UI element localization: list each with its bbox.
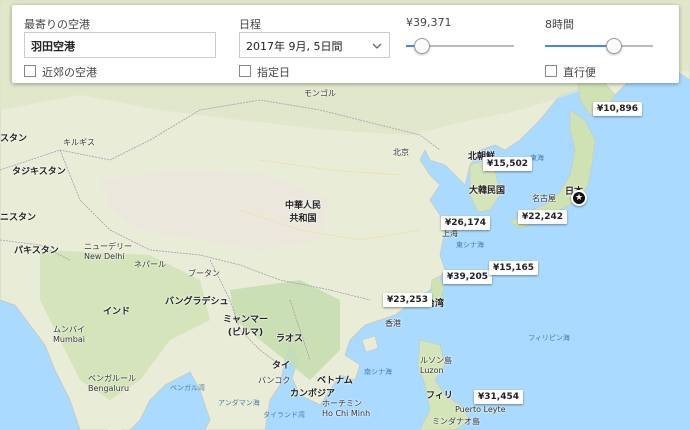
nearby-airports-checkbox[interactable]: [24, 65, 36, 77]
map-label-laos: ラオス: [276, 334, 304, 344]
direct-flight-checkbox[interactable]: [545, 65, 557, 77]
map-label-tajikistan: タジキスタン: [12, 167, 66, 177]
direct-flight-label: 直行便: [563, 66, 596, 79]
map-label-puerto: Puerto Leyte: [455, 405, 506, 414]
map-label-thailand: タイ: [272, 361, 291, 371]
duration-slider[interactable]: [545, 36, 653, 56]
map-label-myanmar: ミャンマー (ビルマ): [223, 315, 269, 338]
price-slider-thumb[interactable]: [414, 38, 431, 54]
specific-date-label: 指定日: [257, 66, 290, 79]
map-label-pakistan: パキスタン: [14, 246, 59, 256]
map-label-east-china-sea: 東シナ海: [456, 241, 484, 249]
price-marker[interactable]: ¥31,454: [474, 390, 523, 404]
airport-input[interactable]: 羽田空港: [24, 32, 216, 58]
map-label-andaman: アンダマン海: [218, 399, 260, 407]
map-label-china: 中華人民 共和国: [285, 201, 322, 224]
schedule-value: 2017年 9月, 5日間: [246, 40, 343, 53]
map-label-stan2: ニスタン: [0, 213, 37, 223]
map-label-korea: 大韓民国: [469, 186, 506, 196]
map-label-hochiminh: ホーチミン Ho Chi Minh: [322, 399, 371, 418]
price-marker[interactable]: ¥15,502: [483, 157, 532, 171]
map-label-bangladesh: バングラデシュ: [165, 297, 229, 307]
map-label-mumbai: ムンバイ Mumbai: [53, 325, 85, 344]
map-label-luzon: ルソン島 Luzon: [420, 356, 452, 375]
map-label-vietnam: ベトナム: [317, 376, 353, 386]
map-label-india: インド: [103, 307, 131, 317]
price-marker[interactable]: ¥26,174: [441, 216, 490, 230]
specific-date-checkbox[interactable]: [239, 65, 251, 77]
chevron-down-icon: [372, 43, 382, 49]
origin-star-icon[interactable]: ★: [571, 190, 587, 206]
map-label-nagoya: 名古屋: [532, 194, 556, 203]
filter-panel: 最寄りの空港 羽田空港 近郊の空港 日程 2017年 9月, 5日間 指定日 ¥…: [12, 5, 679, 83]
map-label-mindanao: ミンダナオ島: [432, 417, 480, 426]
map-label-beijing: 北京: [393, 148, 409, 157]
map-label-east-sea: 東海: [530, 154, 544, 162]
schedule-dropdown[interactable]: 2017年 9月, 5日間: [239, 32, 390, 58]
nearby-airports-label: 近郊の空港: [42, 66, 97, 79]
duration-value: 8時間: [545, 18, 574, 31]
map-label-kyrgyz: キルギス: [63, 138, 95, 147]
map-label-bhutan: ブータン: [188, 269, 220, 278]
map-label-nepal: ネパール: [134, 260, 166, 269]
map-label-bangkok: バンコク: [258, 376, 291, 385]
map-label-new-delhi: ニューデリー New Delhi: [84, 242, 132, 261]
map-label-south-china-sea: 南シナ海: [364, 368, 392, 376]
duration-slider-fill: [545, 45, 615, 47]
schedule-label: 日程: [239, 18, 261, 31]
price-slider[interactable]: [406, 36, 514, 56]
map-label-mongolia: モンゴル: [304, 89, 336, 98]
price-marker[interactable]: ¥22,242: [518, 210, 567, 224]
price-marker[interactable]: ¥15,165: [489, 261, 538, 275]
price-value: ¥39,371: [406, 16, 452, 29]
airport-label: 最寄りの空港: [24, 18, 90, 31]
duration-slider-thumb[interactable]: [606, 38, 623, 54]
map-label-bengal-bay: ベンガル湾: [170, 384, 205, 392]
map-label-philippine-sea: フィリピン海: [528, 334, 570, 342]
map-label-hongkong: 香港: [385, 319, 401, 328]
map-label-thai-bay: タイランド湾: [263, 411, 305, 419]
map-label-bengaluru: ベンガルール Bengaluru: [88, 374, 136, 393]
price-marker[interactable]: ¥10,896: [593, 102, 642, 116]
price-marker[interactable]: ¥39,205: [443, 270, 492, 284]
price-marker[interactable]: ¥23,253: [383, 293, 432, 307]
map-label-stan1: スタン: [0, 134, 28, 144]
map-label-philippines: フィリ: [426, 391, 453, 401]
